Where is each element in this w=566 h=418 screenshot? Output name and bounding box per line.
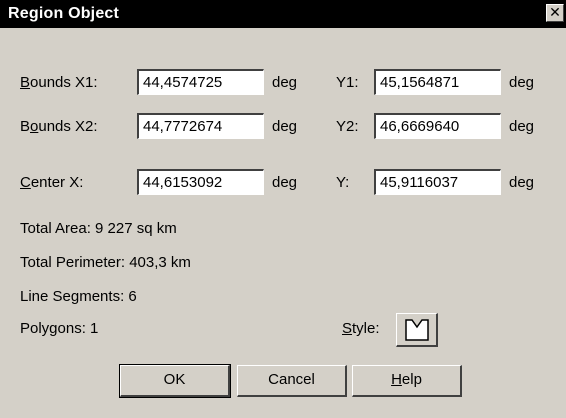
polygons-text: Polygons: 1: [20, 320, 99, 337]
style-button[interactable]: [396, 313, 438, 347]
bounds-x2-field[interactable]: 44,7772674: [137, 113, 264, 139]
close-button[interactable]: ✕: [546, 4, 564, 22]
center-x-field[interactable]: 44,6153092: [137, 169, 264, 195]
window-title: Region Object: [8, 5, 120, 22]
bounds-x2-label: Bounds X2:: [20, 118, 98, 135]
bounds-y1-unit: deg: [509, 74, 535, 91]
total-perimeter-text: Total Perimeter: 403,3 km: [20, 254, 191, 271]
line-segments-text: Line Segments: 6: [20, 288, 137, 305]
bounds-y2-label: Y2:: [336, 118, 359, 135]
bounds-x1-field[interactable]: 44,4574725: [137, 69, 264, 95]
bounds-y2-unit: deg: [509, 118, 535, 135]
ok-button[interactable]: OK: [119, 364, 231, 398]
center-y-field[interactable]: 45,9116037: [374, 169, 501, 195]
region-style-swatch-icon: [405, 319, 429, 341]
cancel-button[interactable]: Cancel: [237, 365, 347, 397]
bounds-x1-label: Bounds X1:: [20, 74, 98, 91]
total-area-text: Total Area: 9 227 sq km: [20, 220, 177, 237]
help-button[interactable]: Help: [352, 365, 462, 397]
bounds-x1-unit: deg: [272, 74, 298, 91]
bounds-y1-field[interactable]: 45,1564871: [374, 69, 501, 95]
bounds-x2-unit: deg: [272, 118, 298, 135]
center-y-unit: deg: [509, 174, 535, 191]
center-x-label: Center X:: [20, 174, 84, 191]
style-label: Style:: [342, 320, 380, 337]
bounds-y2-field[interactable]: 46,6669640: [374, 113, 501, 139]
center-y-label: Y:: [336, 174, 350, 191]
title-bar: Region Object ✕: [0, 0, 566, 28]
bounds-y1-label: Y1:: [336, 74, 359, 91]
close-icon: ✕: [549, 4, 561, 20]
center-x-unit: deg: [272, 174, 298, 191]
